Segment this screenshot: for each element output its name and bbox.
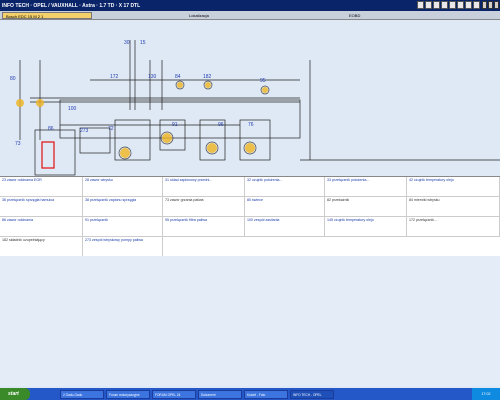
zoom-in-icon[interactable] [433, 1, 440, 9]
tab-bar: Bosch EDC 15 M 2 1 Lokalizacja EOBD [0, 11, 500, 20]
diagram-label: 100 [68, 106, 77, 112]
diagram-label: 76 [248, 122, 254, 128]
component-link[interactable]: 172 przełącznik... [407, 217, 500, 237]
diagram-label: 130 [148, 74, 157, 80]
selected-component-highlight [41, 141, 55, 169]
taskbar-item[interactable]: Kolorit - Foto [244, 389, 288, 399]
diagram-label: 96 [218, 122, 224, 128]
wiring-diagram-svg: 80 172 130 84 182 95 100 86 72 273 73 96… [10, 40, 500, 176]
home-icon[interactable] [417, 1, 424, 9]
toolbar-icons [417, 1, 480, 9]
maximize-button[interactable] [488, 1, 493, 9]
component-link[interactable]: 86 zawór odcinania [0, 217, 83, 237]
taskbar-item[interactable]: FORUM OPEL 24 [152, 389, 196, 399]
diagram-label: 91 [172, 122, 178, 128]
diagram-label: 30 [124, 40, 130, 46]
component-link[interactable]: 38 przełącznik zapłonu sprzęgła [83, 197, 163, 217]
start-button[interactable]: start [0, 388, 30, 400]
component-link[interactable]: 33 przełącznik położenia... [325, 177, 407, 197]
help-icon[interactable] [473, 1, 480, 9]
wiring-diagram: 80 172 130 84 182 95 100 86 72 273 73 96… [0, 20, 500, 176]
component-link[interactable]: 82 przekaźnik [325, 197, 407, 217]
diagram-label: 80 [10, 76, 16, 82]
component-link[interactable]: 80 świece [245, 197, 325, 217]
component-link[interactable]: 31 układ zapłonowy przedni... [163, 177, 245, 197]
component-link[interactable]: 23 zawór odcinania EGR [0, 177, 83, 197]
tab-bosch-edc[interactable]: Bosch EDC 15 M 2 1 [2, 12, 92, 19]
component-link[interactable]: 100 zespół zasilania [245, 217, 325, 237]
taskbar-item[interactable]: Forum motoryzacyjne [106, 389, 150, 399]
diagram-label: 73 [15, 141, 21, 147]
taskbar: start 2 Gadu-Gadu Forum motoryzacyjne FO… [0, 388, 500, 400]
title-bar: INFO TECH · OPEL / VAUXHALL · Astra · 1.… [0, 0, 500, 11]
info-icon[interactable] [457, 1, 464, 9]
diagram-label: 273 [80, 128, 89, 134]
diagram-label: 86 [48, 126, 54, 132]
empty-panel [0, 256, 500, 386]
component-table: 23 zawór odcinania EGR 28 zawór wtrysku … [0, 176, 500, 257]
tab-lokalizacja[interactable]: Lokalizacja [186, 12, 266, 19]
minimize-button[interactable] [482, 1, 487, 9]
tab-eobd[interactable]: EOBD [346, 12, 426, 19]
component-link[interactable]: 182 składnik uzupełniający [0, 237, 83, 257]
window-controls [482, 1, 499, 9]
component-link[interactable]: 145 czujnik temperatury oleju [325, 217, 407, 237]
diagram-label: 95 [260, 78, 266, 84]
component-link[interactable]: 42 czujnik temperatury oleju [407, 177, 500, 197]
diagram-label: 172 [110, 74, 119, 80]
close-button[interactable] [494, 1, 499, 9]
component-link[interactable]: 36 przełącznik sprzęgła hamulca [0, 197, 83, 217]
zoom-out-icon[interactable] [441, 1, 448, 9]
taskbar-item[interactable]: Dokument [198, 389, 242, 399]
component-link[interactable]: 91 przełącznik [83, 217, 163, 237]
component-link[interactable]: 95 przełącznik filtra paliwa [163, 217, 245, 237]
diagram-label: 72 [108, 126, 114, 132]
component-link[interactable]: 28 zawór wtrysku [83, 177, 163, 197]
system-clock: 17:02 [472, 388, 500, 400]
search-icon[interactable] [449, 1, 456, 9]
window-title: INFO TECH · OPEL / VAUXHALL · Astra · 1.… [2, 2, 141, 9]
component-link[interactable]: 32 czujnik położenia... [245, 177, 325, 197]
print-icon[interactable] [425, 1, 432, 9]
component-link[interactable]: 84 mierniki wtrysku [407, 197, 500, 217]
component-link[interactable]: 273 zespół wtryskowy pompy paliwa [83, 237, 163, 257]
taskbar-item[interactable]: 2 Gadu-Gadu [60, 389, 104, 399]
diagram-label: 84 [175, 74, 181, 80]
settings-icon[interactable] [465, 1, 472, 9]
diagram-label: 15 [140, 40, 146, 46]
taskbar-item-active[interactable]: INFO TECH - OPEL [290, 389, 334, 399]
component-link[interactable]: 73 zawór grzania paliwa [163, 197, 245, 217]
diagram-label: 182 [203, 74, 212, 80]
